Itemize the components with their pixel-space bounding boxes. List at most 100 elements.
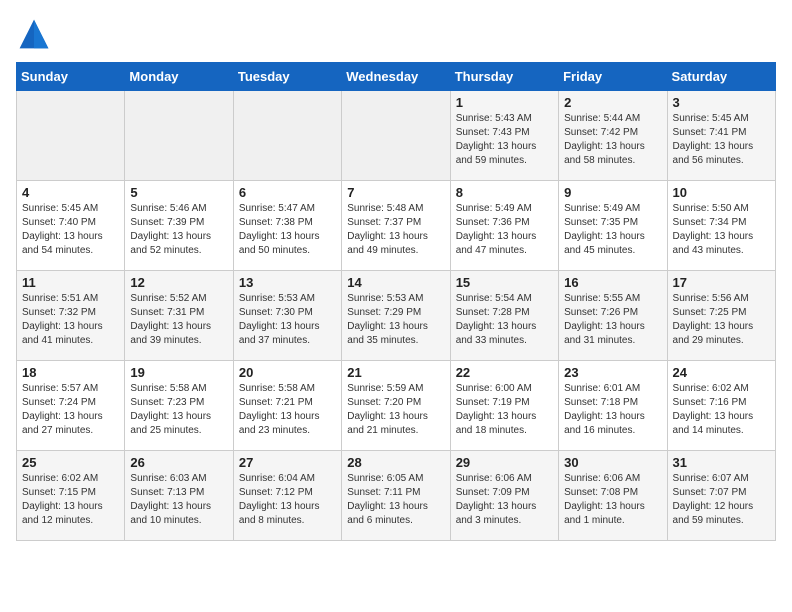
calendar-week-3: 11 Sunrise: 5:51 AM Sunset: 7:32 PM Dayli… [17,271,776,361]
cell-day-number: 15 [456,275,553,290]
cell-day-number: 17 [673,275,770,290]
calendar-header: SundayMondayTuesdayWednesdayThursdayFrid… [17,63,776,91]
cell-day-number: 4 [22,185,119,200]
cell-day-info: Sunrise: 5:44 AM Sunset: 7:42 PM Dayligh… [564,112,661,168]
weekday-header-tuesday: Tuesday [233,63,341,91]
calendar-week-5: 25 Sunrise: 6:02 AM Sunset: 7:15 PM Dayli… [17,451,776,541]
cell-day-number: 21 [347,365,444,380]
cell-day-info: Sunrise: 6:05 AM Sunset: 7:11 PM Dayligh… [347,472,444,528]
table-row: 24 Sunrise: 6:02 AM Sunset: 7:16 PM Dayli… [667,361,775,451]
table-row: 14 Sunrise: 5:53 AM Sunset: 7:29 PM Dayli… [342,271,450,361]
logo-icon [16,16,52,52]
cell-day-info: Sunrise: 6:06 AM Sunset: 7:09 PM Dayligh… [456,472,553,528]
weekday-header-wednesday: Wednesday [342,63,450,91]
table-row: 6 Sunrise: 5:47 AM Sunset: 7:38 PM Daylig… [233,181,341,271]
cell-day-info: Sunrise: 5:58 AM Sunset: 7:21 PM Dayligh… [239,382,336,438]
table-row: 23Sunrise: 6:01 AM Sunset: 7:18 PM Dayli… [559,361,667,451]
cell-day-info: Sunrise: 5:43 AM Sunset: 7:43 PM Dayligh… [456,112,553,168]
cell-day-number: 2 [564,95,661,110]
table-row: 4 Sunrise: 5:45 AM Sunset: 7:40 PM Daylig… [17,181,125,271]
table-row: 17 Sunrise: 5:56 AM Sunset: 7:25 PM Dayli… [667,271,775,361]
table-row [342,91,450,181]
cell-day-number: 13 [239,275,336,290]
cell-day-info: Sunrise: 5:56 AM Sunset: 7:25 PM Dayligh… [673,292,770,348]
weekday-header-sunday: Sunday [17,63,125,91]
table-row: 10 Sunrise: 5:50 AM Sunset: 7:34 PM Dayli… [667,181,775,271]
table-row: 20 Sunrise: 5:58 AM Sunset: 7:21 PM Dayli… [233,361,341,451]
table-row [233,91,341,181]
cell-day-info: Sunrise: 5:51 AM Sunset: 7:32 PM Dayligh… [22,292,119,348]
cell-day-info: Sunrise: 5:47 AM Sunset: 7:38 PM Dayligh… [239,202,336,258]
table-row: 28Sunrise: 6:05 AM Sunset: 7:11 PM Dayli… [342,451,450,541]
cell-day-info: Sunrise: 6:06 AM Sunset: 7:08 PM Dayligh… [564,472,661,528]
cell-day-info: Sunrise: 5:50 AM Sunset: 7:34 PM Dayligh… [673,202,770,258]
cell-day-number: 30 [564,455,661,470]
cell-day-info: Sunrise: 6:00 AM Sunset: 7:19 PM Dayligh… [456,382,553,438]
cell-day-info: Sunrise: 5:46 AM Sunset: 7:39 PM Dayligh… [130,202,227,258]
cell-day-number: 3 [673,95,770,110]
cell-day-number: 23 [564,365,661,380]
cell-day-info: Sunrise: 6:03 AM Sunset: 7:13 PM Dayligh… [130,472,227,528]
cell-day-info: Sunrise: 6:02 AM Sunset: 7:15 PM Dayligh… [22,472,119,528]
cell-day-number: 22 [456,365,553,380]
cell-day-number: 27 [239,455,336,470]
cell-day-info: Sunrise: 5:45 AM Sunset: 7:41 PM Dayligh… [673,112,770,168]
cell-day-number: 6 [239,185,336,200]
cell-day-number: 16 [564,275,661,290]
cell-day-number: 5 [130,185,227,200]
calendar-week-4: 18 Sunrise: 5:57 AM Sunset: 7:24 PM Dayli… [17,361,776,451]
cell-day-info: Sunrise: 5:52 AM Sunset: 7:31 PM Dayligh… [130,292,227,348]
table-row: 2 Sunrise: 5:44 AM Sunset: 7:42 PM Daylig… [559,91,667,181]
calendar-week-2: 4 Sunrise: 5:45 AM Sunset: 7:40 PM Daylig… [17,181,776,271]
table-row: 30 Sunrise: 6:06 AM Sunset: 7:08 PM Dayli… [559,451,667,541]
table-row: 29 Sunrise: 6:06 AM Sunset: 7:09 PM Dayli… [450,451,558,541]
calendar-table: SundayMondayTuesdayWednesdayThursdayFrid… [16,62,776,541]
table-row: 3 Sunrise: 5:45 AM Sunset: 7:41 PM Daylig… [667,91,775,181]
cell-day-info: Sunrise: 5:53 AM Sunset: 7:30 PM Dayligh… [239,292,336,348]
cell-day-number: 18 [22,365,119,380]
cell-day-info: Sunrise: 5:53 AM Sunset: 7:29 PM Dayligh… [347,292,444,348]
cell-day-number: 11 [22,275,119,290]
cell-day-info: Sunrise: 5:54 AM Sunset: 7:28 PM Dayligh… [456,292,553,348]
cell-day-number: 20 [239,365,336,380]
calendar-week-1: 1 Sunrise: 5:43 AM Sunset: 7:43 PM Daylig… [17,91,776,181]
weekday-header-friday: Friday [559,63,667,91]
cell-day-info: Sunrise: 6:02 AM Sunset: 7:16 PM Dayligh… [673,382,770,438]
table-row: 9Sunrise: 5:49 AM Sunset: 7:35 PM Daylig… [559,181,667,271]
table-row: 31Sunrise: 6:07 AM Sunset: 7:07 PM Dayli… [667,451,775,541]
cell-day-info: Sunrise: 6:04 AM Sunset: 7:12 PM Dayligh… [239,472,336,528]
table-row: 13 Sunrise: 5:53 AM Sunset: 7:30 PM Dayli… [233,271,341,361]
cell-day-number: 25 [22,455,119,470]
weekday-header-monday: Monday [125,63,233,91]
cell-day-number: 1 [456,95,553,110]
cell-day-info: Sunrise: 5:49 AM Sunset: 7:36 PM Dayligh… [456,202,553,258]
table-row: 25 Sunrise: 6:02 AM Sunset: 7:15 PM Dayli… [17,451,125,541]
cell-day-info: Sunrise: 5:57 AM Sunset: 7:24 PM Dayligh… [22,382,119,438]
cell-day-number: 12 [130,275,227,290]
table-row: 11 Sunrise: 5:51 AM Sunset: 7:32 PM Dayli… [17,271,125,361]
page-header [16,16,776,52]
cell-day-info: Sunrise: 5:45 AM Sunset: 7:40 PM Dayligh… [22,202,119,258]
cell-day-number: 7 [347,185,444,200]
table-row [17,91,125,181]
cell-day-info: Sunrise: 5:59 AM Sunset: 7:20 PM Dayligh… [347,382,444,438]
cell-day-info: Sunrise: 6:07 AM Sunset: 7:07 PM Dayligh… [673,472,770,528]
weekday-header-thursday: Thursday [450,63,558,91]
weekday-header-row: SundayMondayTuesdayWednesdayThursdayFrid… [17,63,776,91]
cell-day-number: 8 [456,185,553,200]
table-row [125,91,233,181]
table-row: 19 Sunrise: 5:58 AM Sunset: 7:23 PM Dayli… [125,361,233,451]
table-row: 8 Sunrise: 5:49 AM Sunset: 7:36 PM Daylig… [450,181,558,271]
cell-day-number: 24 [673,365,770,380]
cell-day-number: 26 [130,455,227,470]
table-row: 18 Sunrise: 5:57 AM Sunset: 7:24 PM Dayli… [17,361,125,451]
table-row: 5 Sunrise: 5:46 AM Sunset: 7:39 PM Daylig… [125,181,233,271]
table-row: 1 Sunrise: 5:43 AM Sunset: 7:43 PM Daylig… [450,91,558,181]
cell-day-number: 19 [130,365,227,380]
cell-day-number: 14 [347,275,444,290]
cell-day-number: 10 [673,185,770,200]
cell-day-info: Sunrise: 5:58 AM Sunset: 7:23 PM Dayligh… [130,382,227,438]
table-row: 7Sunrise: 5:48 AM Sunset: 7:37 PM Daylig… [342,181,450,271]
cell-day-number: 29 [456,455,553,470]
cell-day-info: Sunrise: 5:49 AM Sunset: 7:35 PM Dayligh… [564,202,661,258]
